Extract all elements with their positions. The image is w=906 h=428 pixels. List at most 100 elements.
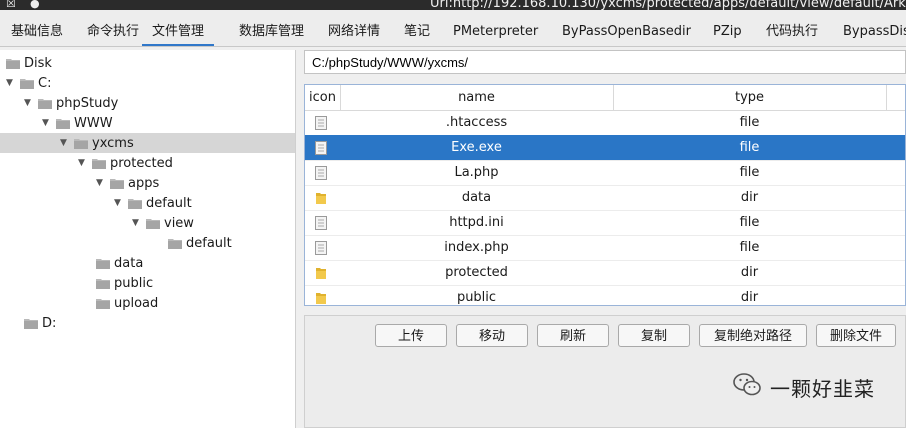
chevron-down-icon[interactable]: ▼ [96, 178, 106, 188]
folder-icon [315, 266, 327, 280]
tree-node-phpstudy[interactable]: ▼ phpStudy [24, 93, 118, 113]
file-type: file [739, 215, 760, 230]
path-input[interactable] [304, 50, 906, 74]
column-header-type[interactable]: type [613, 85, 887, 110]
tab-pmeterpreter[interactable]: PMeterpreter [453, 10, 538, 44]
tree-node-apps[interactable]: ▼ apps [96, 173, 159, 193]
file-type: file [739, 165, 760, 180]
file-type: dir [740, 265, 759, 280]
chevron-down-icon[interactable]: ▼ [24, 98, 34, 108]
tree-label: data [114, 255, 144, 271]
folder-icon [128, 198, 142, 209]
file-icon [315, 141, 327, 155]
upload-button[interactable]: 上传 [375, 324, 447, 347]
column-header-name[interactable]: name [340, 85, 614, 110]
window-url: Url:http://192.168.10.130/yxcms/protecte… [430, 0, 906, 10]
chevron-down-icon[interactable]: ▼ [6, 78, 16, 88]
file-name: public [456, 290, 497, 305]
folder-icon [315, 191, 327, 205]
tab-basic-info[interactable]: 基础信息 [11, 10, 63, 44]
folder-icon [96, 258, 110, 269]
pin-icon[interactable]: ● [30, 0, 40, 10]
tree-label: apps [128, 175, 160, 191]
folder-icon [20, 78, 34, 89]
tree-node-data[interactable]: data [96, 253, 143, 273]
tree-label: C: [38, 75, 52, 91]
copy-button[interactable]: 复制 [618, 324, 690, 347]
tree-node-www[interactable]: ▼ WWW [42, 113, 113, 133]
folder-icon [315, 291, 327, 305]
folder-icon [24, 318, 38, 329]
tree-node-public[interactable]: public [96, 273, 153, 293]
tree-label: WWW [74, 115, 113, 131]
tab-network[interactable]: 网络详情 [328, 10, 380, 44]
tree-label: default [186, 235, 232, 251]
tab-pzip[interactable]: PZip [713, 10, 742, 44]
chevron-down-icon[interactable]: ▼ [42, 118, 52, 128]
file-type: dir [740, 290, 759, 305]
title-bar: ☒ ● Url:http://192.168.10.130/yxcms/prot… [0, 0, 906, 10]
refresh-button[interactable]: 刷新 [537, 324, 609, 347]
watermark: 一颗好韭菜 [732, 372, 875, 402]
tree-label: D: [42, 315, 57, 331]
tree-label: public [114, 275, 154, 291]
chevron-down-icon[interactable]: ▼ [60, 138, 70, 148]
tab-notes[interactable]: 笔记 [404, 10, 430, 44]
tree-node-disk[interactable]: Disk [6, 53, 52, 73]
tree-node-view-default[interactable]: default [168, 233, 232, 253]
table-row[interactable]: public dir [305, 285, 905, 305]
table-row[interactable]: index.php file [305, 235, 905, 261]
folder-icon [168, 238, 182, 249]
table-row[interactable]: .htaccess file [305, 110, 905, 136]
table-row[interactable]: La.php file [305, 160, 905, 186]
tree-node-protected[interactable]: ▼ protected [78, 153, 173, 173]
folder-icon [96, 298, 110, 309]
folder-icon [74, 138, 88, 149]
tab-database[interactable]: 数据库管理 [239, 10, 304, 44]
folder-icon [56, 118, 70, 129]
tree-node-default[interactable]: ▼ default [114, 193, 192, 213]
tab-code-exec[interactable]: 代码执行 [766, 10, 818, 44]
file-icon [315, 216, 327, 230]
table-row[interactable]: data dir [305, 185, 905, 211]
chevron-down-icon[interactable]: ▼ [78, 158, 88, 168]
table-row-selected[interactable]: Exe.exe file [305, 135, 905, 161]
tab-file-manager[interactable]: 文件管理 [142, 10, 215, 46]
wechat-icon [732, 372, 762, 402]
file-icon [315, 116, 327, 130]
file-name: La.php [454, 165, 499, 180]
close-window-icon[interactable]: ☒ [6, 0, 16, 10]
file-name: index.php [444, 240, 509, 255]
tree-node-c[interactable]: ▼ C: [6, 73, 51, 93]
tree-node-view[interactable]: ▼ view [132, 213, 194, 233]
move-button[interactable]: 移动 [456, 324, 528, 347]
folder-icon [38, 98, 52, 109]
tree-label: view [164, 215, 194, 231]
tab-bypassdis[interactable]: BypassDis [843, 10, 906, 44]
tree-selection-highlight [0, 133, 295, 153]
column-header-icon[interactable]: icon [305, 85, 341, 110]
folder-icon [110, 178, 124, 189]
tree-label: phpStudy [56, 95, 119, 111]
tree-node-d[interactable]: D: [24, 313, 56, 333]
chevron-down-icon[interactable]: ▼ [114, 198, 124, 208]
table-row[interactable]: protected dir [305, 260, 905, 286]
directory-tree: Disk ▼ C: ▼ phpStudy ▼ WWW ▼ yxcms ▼ pro… [0, 50, 296, 428]
file-name: httpd.ini [449, 215, 504, 230]
tree-label: yxcms [92, 135, 134, 151]
tree-label: upload [114, 295, 159, 311]
tab-command-exec[interactable]: 命令执行 [87, 10, 139, 44]
file-icon [315, 241, 327, 255]
tree-node-upload[interactable]: upload [96, 293, 158, 313]
file-table: icon name type .htaccess file Exe.exe fi… [304, 84, 906, 306]
tree-node-yxcms[interactable]: ▼ yxcms [60, 133, 134, 153]
table-row[interactable]: httpd.ini file [305, 210, 905, 236]
copy-absolute-path-button[interactable]: 复制绝对路径 [699, 324, 807, 347]
file-type: file [739, 115, 760, 130]
file-name: .htaccess [445, 115, 508, 130]
delete-file-button[interactable]: 删除文件 [816, 324, 896, 347]
chevron-down-icon[interactable]: ▼ [132, 218, 142, 228]
tab-bar: 基础信息 命令执行 文件管理 数据库管理 网络详情 笔记 PMeterprete… [0, 10, 906, 47]
table-header: icon name type [305, 85, 905, 111]
tab-bypass-openbasedir[interactable]: ByPassOpenBasedir [562, 10, 691, 44]
